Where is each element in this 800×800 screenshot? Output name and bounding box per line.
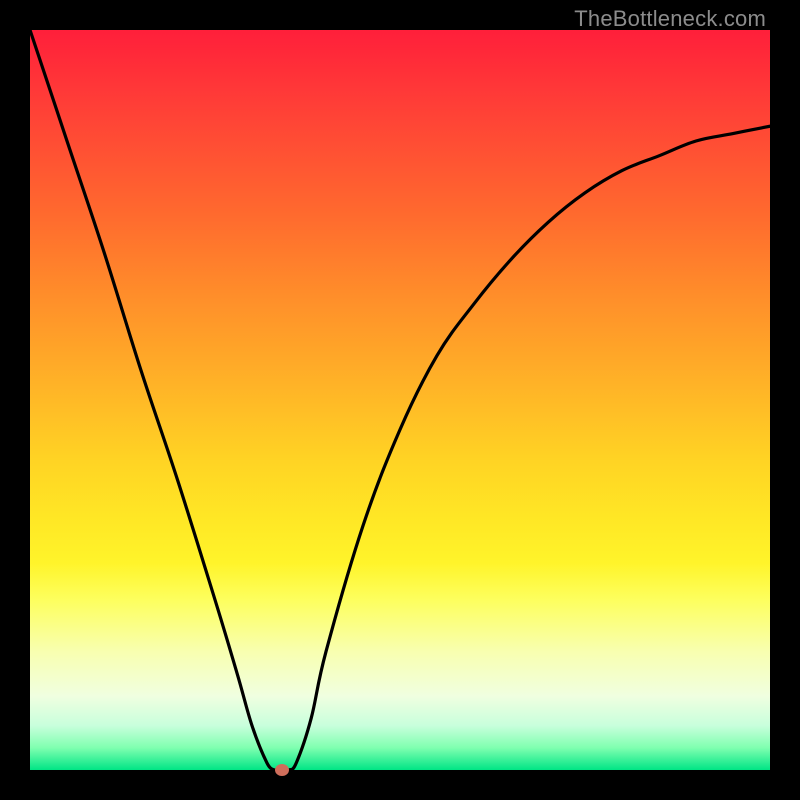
curve-path xyxy=(30,30,770,770)
optimal-point-dot xyxy=(275,764,289,776)
watermark-text: TheBottleneck.com xyxy=(574,6,766,32)
plot-area xyxy=(30,30,770,770)
bottleneck-curve xyxy=(30,30,770,770)
chart-frame: TheBottleneck.com xyxy=(0,0,800,800)
